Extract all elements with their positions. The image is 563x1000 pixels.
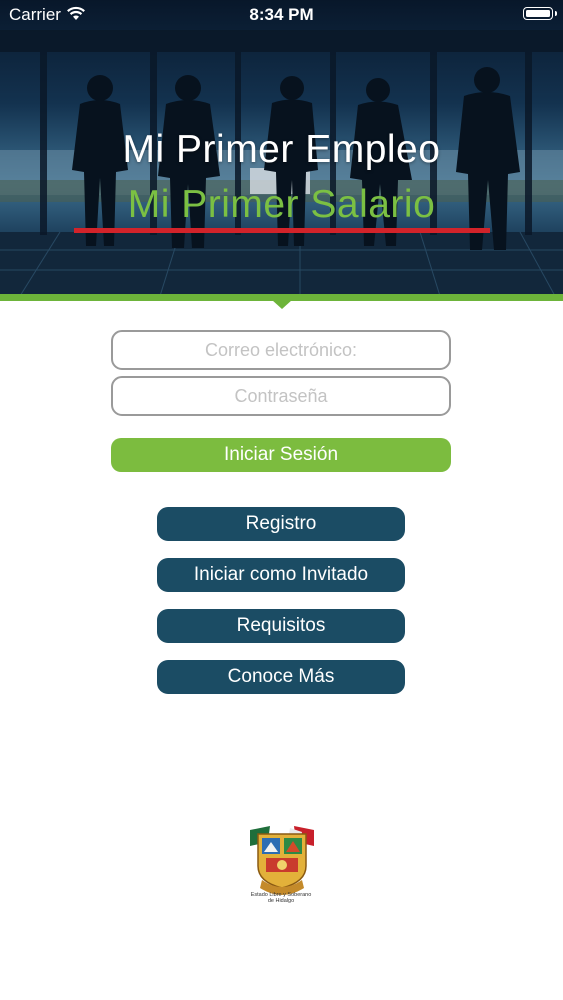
clock: 8:34 PM [249, 5, 314, 24]
guest-login-button[interactable]: Iniciar como Invitado [157, 558, 405, 592]
email-field-container [111, 330, 451, 370]
coat-of-arms-caption: Estado Libre y Soberano de Hidalgo [236, 892, 326, 904]
hero-title: Mi Primer Empleo [122, 128, 441, 171]
requirements-button[interactable]: Requisitos [157, 609, 405, 643]
status-bar: Carrier 8:34 PM [0, 0, 563, 30]
hero-subtitle: Mi Primer Salario [127, 183, 436, 226]
crest-caption-line-2: de Hidalgo [267, 898, 295, 904]
hero-banner: Mi Primer Empleo Mi Primer Salario [0, 0, 563, 296]
hero-accent-line [74, 228, 490, 233]
password-field[interactable] [113, 378, 449, 414]
login-button[interactable]: Iniciar Sesión [111, 438, 451, 472]
email-field[interactable] [113, 332, 449, 368]
divider-notch [272, 300, 292, 309]
password-field-container [111, 376, 451, 416]
learn-more-button[interactable]: Conoce Más [157, 660, 405, 694]
register-button[interactable]: Registro [157, 507, 405, 541]
battery-icon [523, 7, 557, 20]
